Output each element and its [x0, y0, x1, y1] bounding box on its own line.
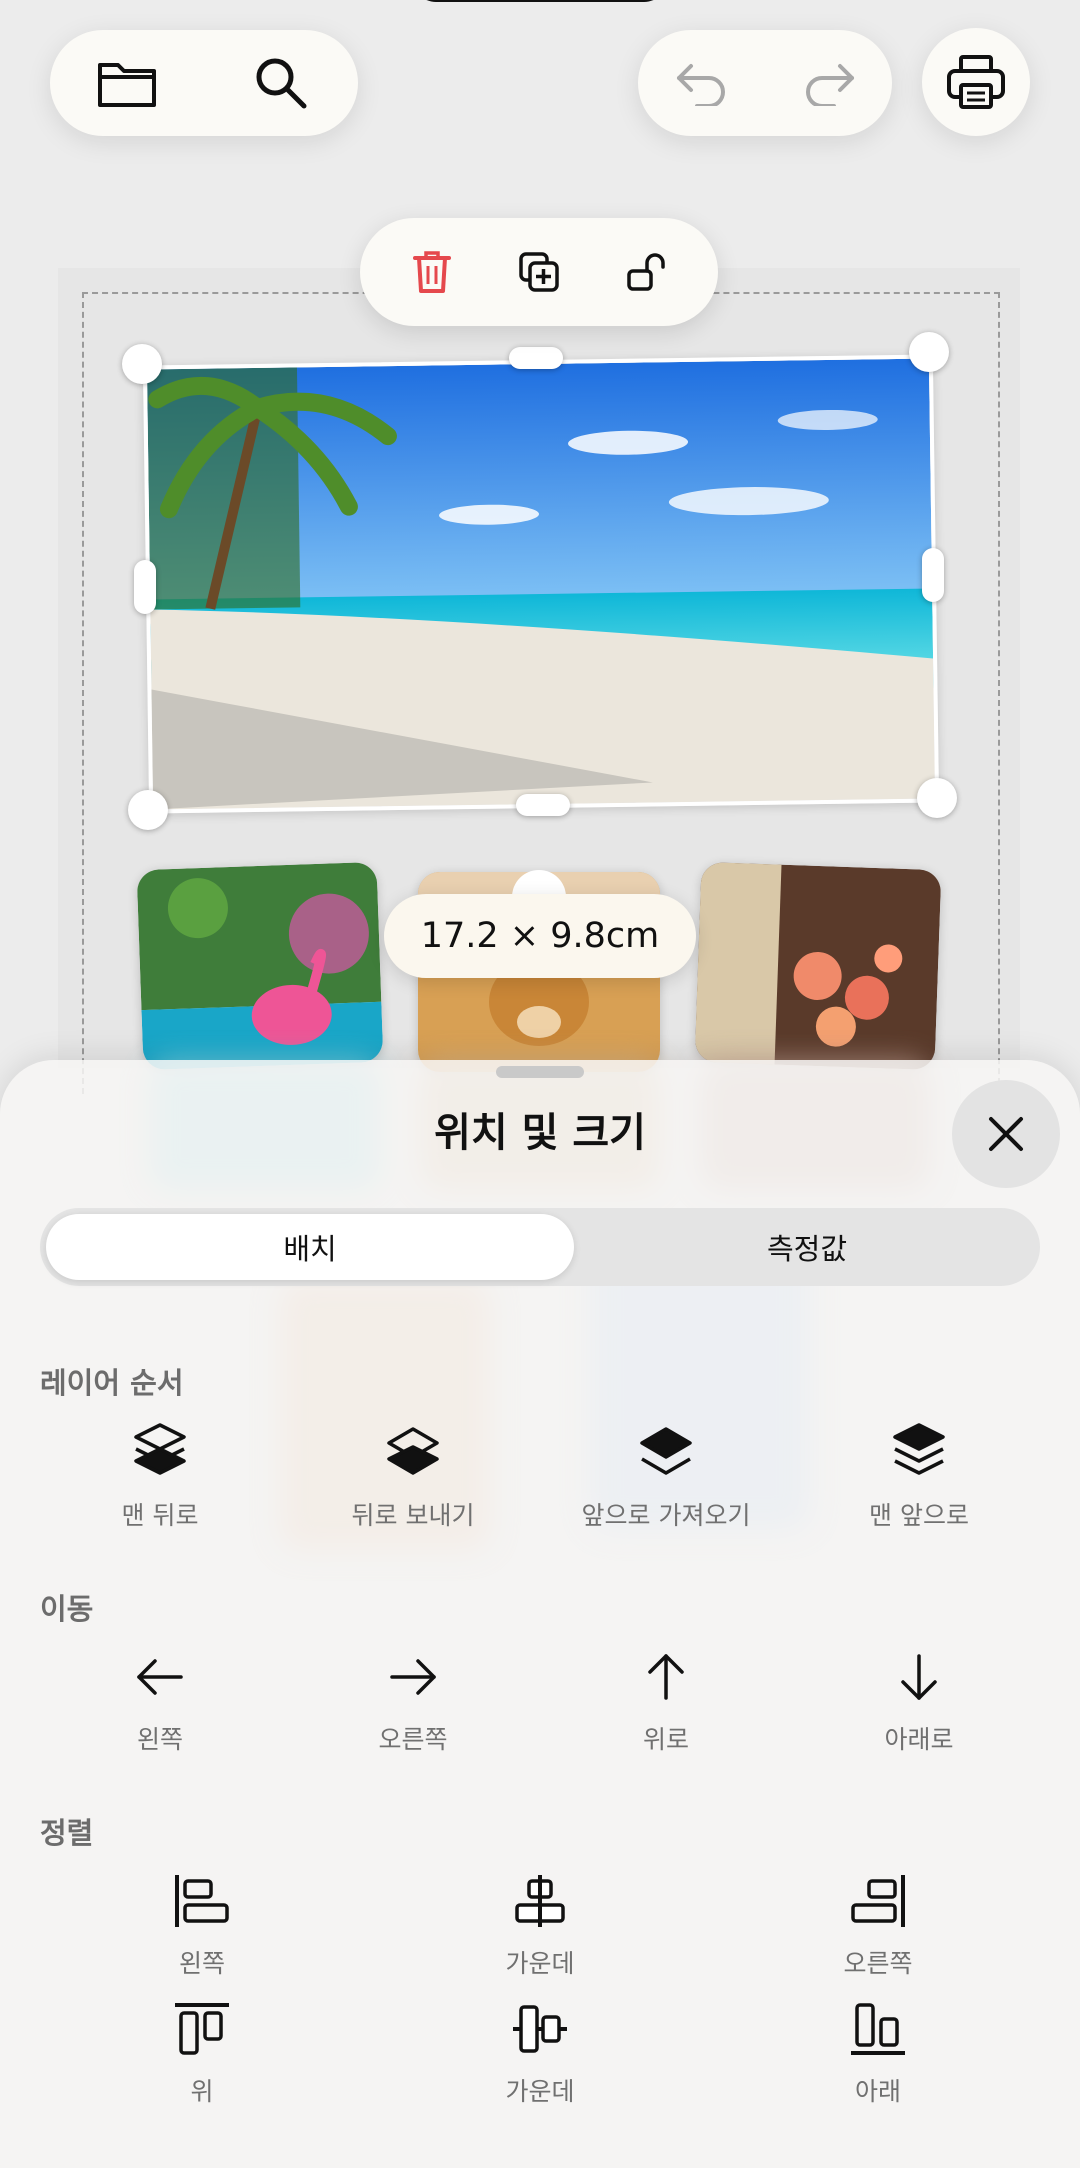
redo-button[interactable]: [765, 30, 892, 136]
send-backward-label: 뒤로 보내기: [351, 1501, 475, 1530]
resize-handle-top-left[interactable]: [122, 344, 162, 384]
sheet-title: 위치 및 크기: [434, 1110, 646, 1156]
flamingo-photo-image: [136, 861, 384, 1071]
duplicate-button[interactable]: [494, 227, 584, 317]
camera-notch: [412, 0, 668, 2]
align-bottom-button[interactable]: 아래: [758, 1994, 998, 2108]
undo-button[interactable]: [638, 30, 765, 136]
selected-photo-beach[interactable]: [142, 354, 940, 814]
bring-to-front-label: 맨 앞으로: [869, 1501, 969, 1530]
tab-measurements[interactable]: 측정값: [580, 1214, 1034, 1280]
sheet-grabber[interactable]: [496, 1066, 584, 1078]
resize-handle-left[interactable]: [134, 560, 156, 614]
bring-forward-button[interactable]: 앞으로 가져오기: [546, 1418, 786, 1532]
align-top-button[interactable]: 위: [82, 1994, 322, 2108]
align-center-horizontal-label: 가운데: [505, 1949, 575, 1978]
arrow-down-icon: [901, 1654, 937, 1700]
arrow-up-icon: [648, 1654, 684, 1700]
resize-handle-bottom-left[interactable]: [128, 790, 168, 830]
undo-icon: [676, 64, 725, 106]
delete-button[interactable]: [387, 227, 477, 317]
resize-handle-top-right[interactable]: [909, 332, 949, 372]
photo-flowers[interactable]: [694, 861, 942, 1071]
arrow-right-icon: [390, 1659, 436, 1695]
send-backward-icon: [387, 1427, 439, 1475]
align-top-label: 위: [190, 2077, 214, 2106]
align-right-button[interactable]: 오른쪽: [758, 1866, 998, 1980]
align-left-icon: [175, 1875, 229, 1927]
move-down-button[interactable]: 아래로: [799, 1642, 1039, 1756]
resize-handle-top[interactable]: [509, 347, 563, 369]
undo-redo-toolbar: [638, 30, 892, 136]
move-heading: 이동: [40, 1592, 94, 1626]
align-left-button[interactable]: 왼쪽: [82, 1866, 322, 1980]
align-heading: 정렬: [40, 1816, 94, 1850]
close-button[interactable]: [952, 1080, 1060, 1188]
bring-to-front-icon: [893, 1423, 945, 1475]
send-backward-button[interactable]: 뒤로 보내기: [293, 1418, 533, 1532]
resize-handle-bottom[interactable]: [516, 794, 570, 816]
resize-handle-right[interactable]: [922, 548, 944, 602]
align-center-horizontal-button[interactable]: 가운데: [420, 1866, 660, 1980]
align-center-horizontal-icon: [515, 1875, 565, 1927]
selection-toolbar: [360, 218, 718, 326]
print-button[interactable]: [922, 28, 1030, 136]
duplicate-icon: [519, 252, 559, 292]
move-right-label: 오른쪽: [378, 1725, 448, 1754]
photo-flamingo[interactable]: [136, 861, 384, 1071]
align-right-icon: [851, 1875, 905, 1927]
align-top-icon: [175, 2003, 229, 2055]
tab-arrange[interactable]: 배치: [46, 1214, 574, 1280]
align-center-vertical-button[interactable]: 가운데: [420, 1994, 660, 2108]
move-up-button[interactable]: 위로: [546, 1642, 786, 1756]
folder-icon: [98, 63, 156, 107]
align-center-vertical-label: 가운데: [505, 2077, 575, 2106]
folder-button[interactable]: [50, 30, 204, 136]
move-up-label: 위로: [642, 1725, 689, 1754]
align-bottom-icon: [851, 2003, 905, 2055]
move-left-button[interactable]: 왼쪽: [40, 1642, 280, 1756]
bring-forward-icon: [640, 1427, 692, 1475]
move-right-button[interactable]: 오른쪽: [293, 1642, 533, 1756]
tab-segmented-control: 배치 측정값: [40, 1208, 1040, 1286]
layer-order-heading: 레이어 순서: [40, 1366, 184, 1400]
bring-to-front-button[interactable]: 맨 앞으로: [799, 1418, 1039, 1532]
arrow-left-icon: [137, 1659, 183, 1695]
search-button[interactable]: [204, 30, 358, 136]
resize-handle-bottom-right[interactable]: [917, 778, 957, 818]
align-left-label: 왼쪽: [178, 1949, 225, 1978]
flowers-photo-image: [694, 861, 942, 1071]
redo-icon: [805, 64, 854, 106]
send-to-back-button[interactable]: 맨 뒤로: [40, 1418, 280, 1532]
printer-icon: [947, 55, 1005, 109]
beach-photo-image: [146, 358, 936, 810]
align-bottom-label: 아래: [854, 2077, 901, 2106]
bring-forward-label: 앞으로 가져오기: [581, 1501, 751, 1530]
align-center-vertical-icon: [513, 2005, 567, 2053]
send-to-back-label: 맨 뒤로: [121, 1501, 199, 1530]
align-right-label: 오른쪽: [843, 1949, 913, 1978]
unlock-icon: [627, 253, 666, 291]
move-left-label: 왼쪽: [136, 1725, 183, 1754]
send-to-back-icon: [134, 1423, 186, 1475]
move-down-label: 아래로: [884, 1725, 954, 1754]
size-badge: 17.2 × 9.8cm: [384, 894, 696, 978]
file-search-toolbar: [50, 30, 358, 136]
search-icon: [256, 58, 307, 109]
lock-button[interactable]: [601, 227, 691, 317]
trash-icon: [412, 251, 451, 293]
close-icon: [989, 1117, 1023, 1151]
